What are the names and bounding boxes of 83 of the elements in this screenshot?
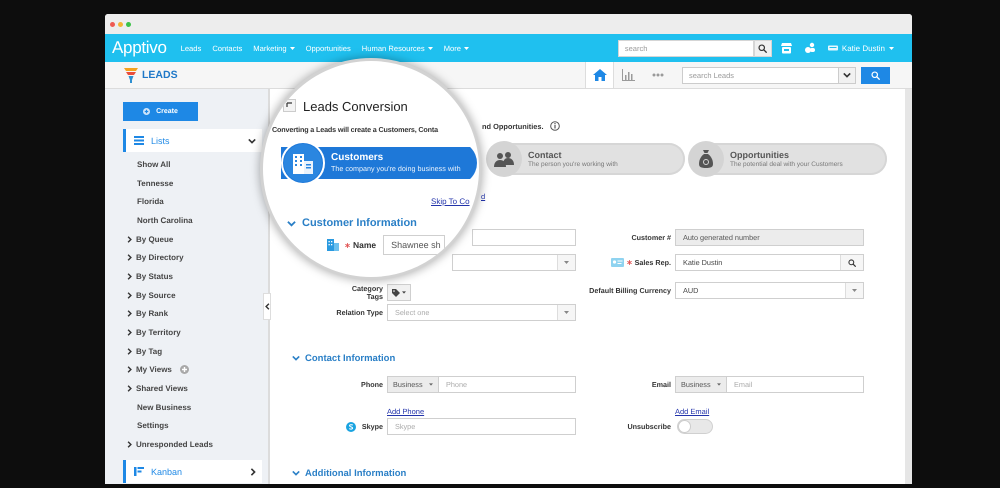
sidebar-item[interactable]: Unresponded Leads (123, 435, 262, 454)
sidebar-item[interactable]: Florida (123, 192, 262, 212)
caret-icon (429, 383, 433, 386)
section-title[interactable]: Additional Information (305, 468, 406, 478)
search-icon (871, 70, 880, 80)
skip-link[interactable]: Skip To Co (431, 197, 470, 206)
search-icon (848, 258, 856, 266)
text-field[interactable] (472, 229, 576, 246)
caret-down-icon (852, 288, 857, 292)
chevron-right-icon (127, 272, 132, 280)
kanban-icon (134, 467, 144, 476)
chevron-right-icon (127, 385, 132, 392)
list-icon (134, 136, 144, 145)
sidebar-item[interactable]: By Territory (123, 323, 262, 342)
caret-icon (717, 383, 721, 386)
view-tab[interactable] (585, 62, 614, 88)
chevron-right-icon (127, 236, 132, 243)
sidebar-item[interactable]: By Directory (123, 248, 262, 268)
chevron-right-icon (127, 254, 132, 262)
sidebar-section[interactable]: Lists (123, 129, 262, 152)
sidebar-item[interactable]: Show All (123, 155, 262, 174)
caret-icon (402, 291, 406, 294)
add-icon[interactable] (180, 365, 189, 374)
sidebar-item[interactable]: Settings (123, 416, 262, 436)
sidebar-item[interactable]: My Views (123, 360, 262, 380)
chevron-right-icon (127, 310, 132, 318)
caret-down-icon (564, 311, 569, 314)
module-title: LEADS (142, 69, 178, 81)
search-button[interactable] (754, 40, 772, 56)
sidebar-item[interactable]: By Status (123, 267, 262, 286)
plus-circle-icon (143, 108, 150, 115)
caret-down-icon (564, 261, 569, 264)
tag-button[interactable] (387, 284, 411, 301)
select-field[interactable] (452, 254, 576, 271)
user-card-icon (828, 45, 838, 51)
chevron-down-icon[interactable] (292, 355, 300, 361)
info-icon[interactable] (550, 121, 560, 131)
people-icon[interactable] (804, 42, 816, 54)
chevron-right-icon (127, 292, 132, 299)
sidebar-item[interactable]: Tennesse (123, 174, 262, 192)
chevron-down-icon[interactable] (292, 470, 300, 476)
step-title: Customers (331, 152, 384, 164)
window-controls-icon (110, 22, 131, 26)
skype-icon (346, 422, 356, 432)
contact-card-icon (610, 258, 624, 267)
sidebar-item[interactable]: Shared Views (123, 379, 262, 398)
sidebar-item[interactable]: North Carolina (123, 211, 262, 230)
text-field[interactable]: Shawnee sh (383, 235, 446, 255)
dropdown-button[interactable] (839, 66, 856, 84)
scrollbar[interactable] (905, 89, 912, 484)
funnel-icon (124, 68, 138, 82)
page-title: Leads Conversion (303, 99, 408, 114)
sidebar-item[interactable]: By Tag (123, 342, 262, 361)
chevron-right-icon (127, 329, 132, 336)
more-icon (652, 73, 664, 77)
sidebar-section[interactable]: Kanban (123, 460, 262, 483)
sidebar-item[interactable]: By Rank (123, 304, 262, 324)
bar-chart-icon (622, 69, 635, 81)
sidebar-item[interactable]: By Queue (123, 230, 262, 248)
chevron-left-icon (264, 303, 270, 310)
section-title[interactable]: Customer Information (302, 217, 417, 229)
toggle-switch[interactable] (677, 419, 713, 434)
sidebar-item[interactable]: By Source (123, 286, 262, 304)
section-title[interactable]: Contact Information (305, 352, 396, 364)
sidebar-item[interactable]: New Business (123, 398, 262, 417)
search-icon (758, 44, 768, 52)
chevron-right-icon (127, 366, 132, 374)
chevron-right-icon (127, 441, 132, 448)
store-icon[interactable] (780, 42, 792, 54)
building-icon (291, 152, 315, 174)
home-icon (592, 69, 606, 81)
chevron-down-icon[interactable] (287, 220, 296, 226)
tag-icon (392, 288, 400, 296)
collapse-handle[interactable] (263, 293, 271, 320)
money-bag-icon (699, 150, 713, 168)
building-icon (327, 239, 339, 251)
step-title: Opportunities (730, 150, 790, 160)
people-icon (494, 151, 514, 167)
caret-icon (889, 46, 894, 50)
field-label: Name (353, 240, 376, 250)
chevron-right-icon (127, 348, 132, 355)
chevron-down-icon (843, 72, 851, 78)
step-title: Contact (528, 150, 562, 160)
